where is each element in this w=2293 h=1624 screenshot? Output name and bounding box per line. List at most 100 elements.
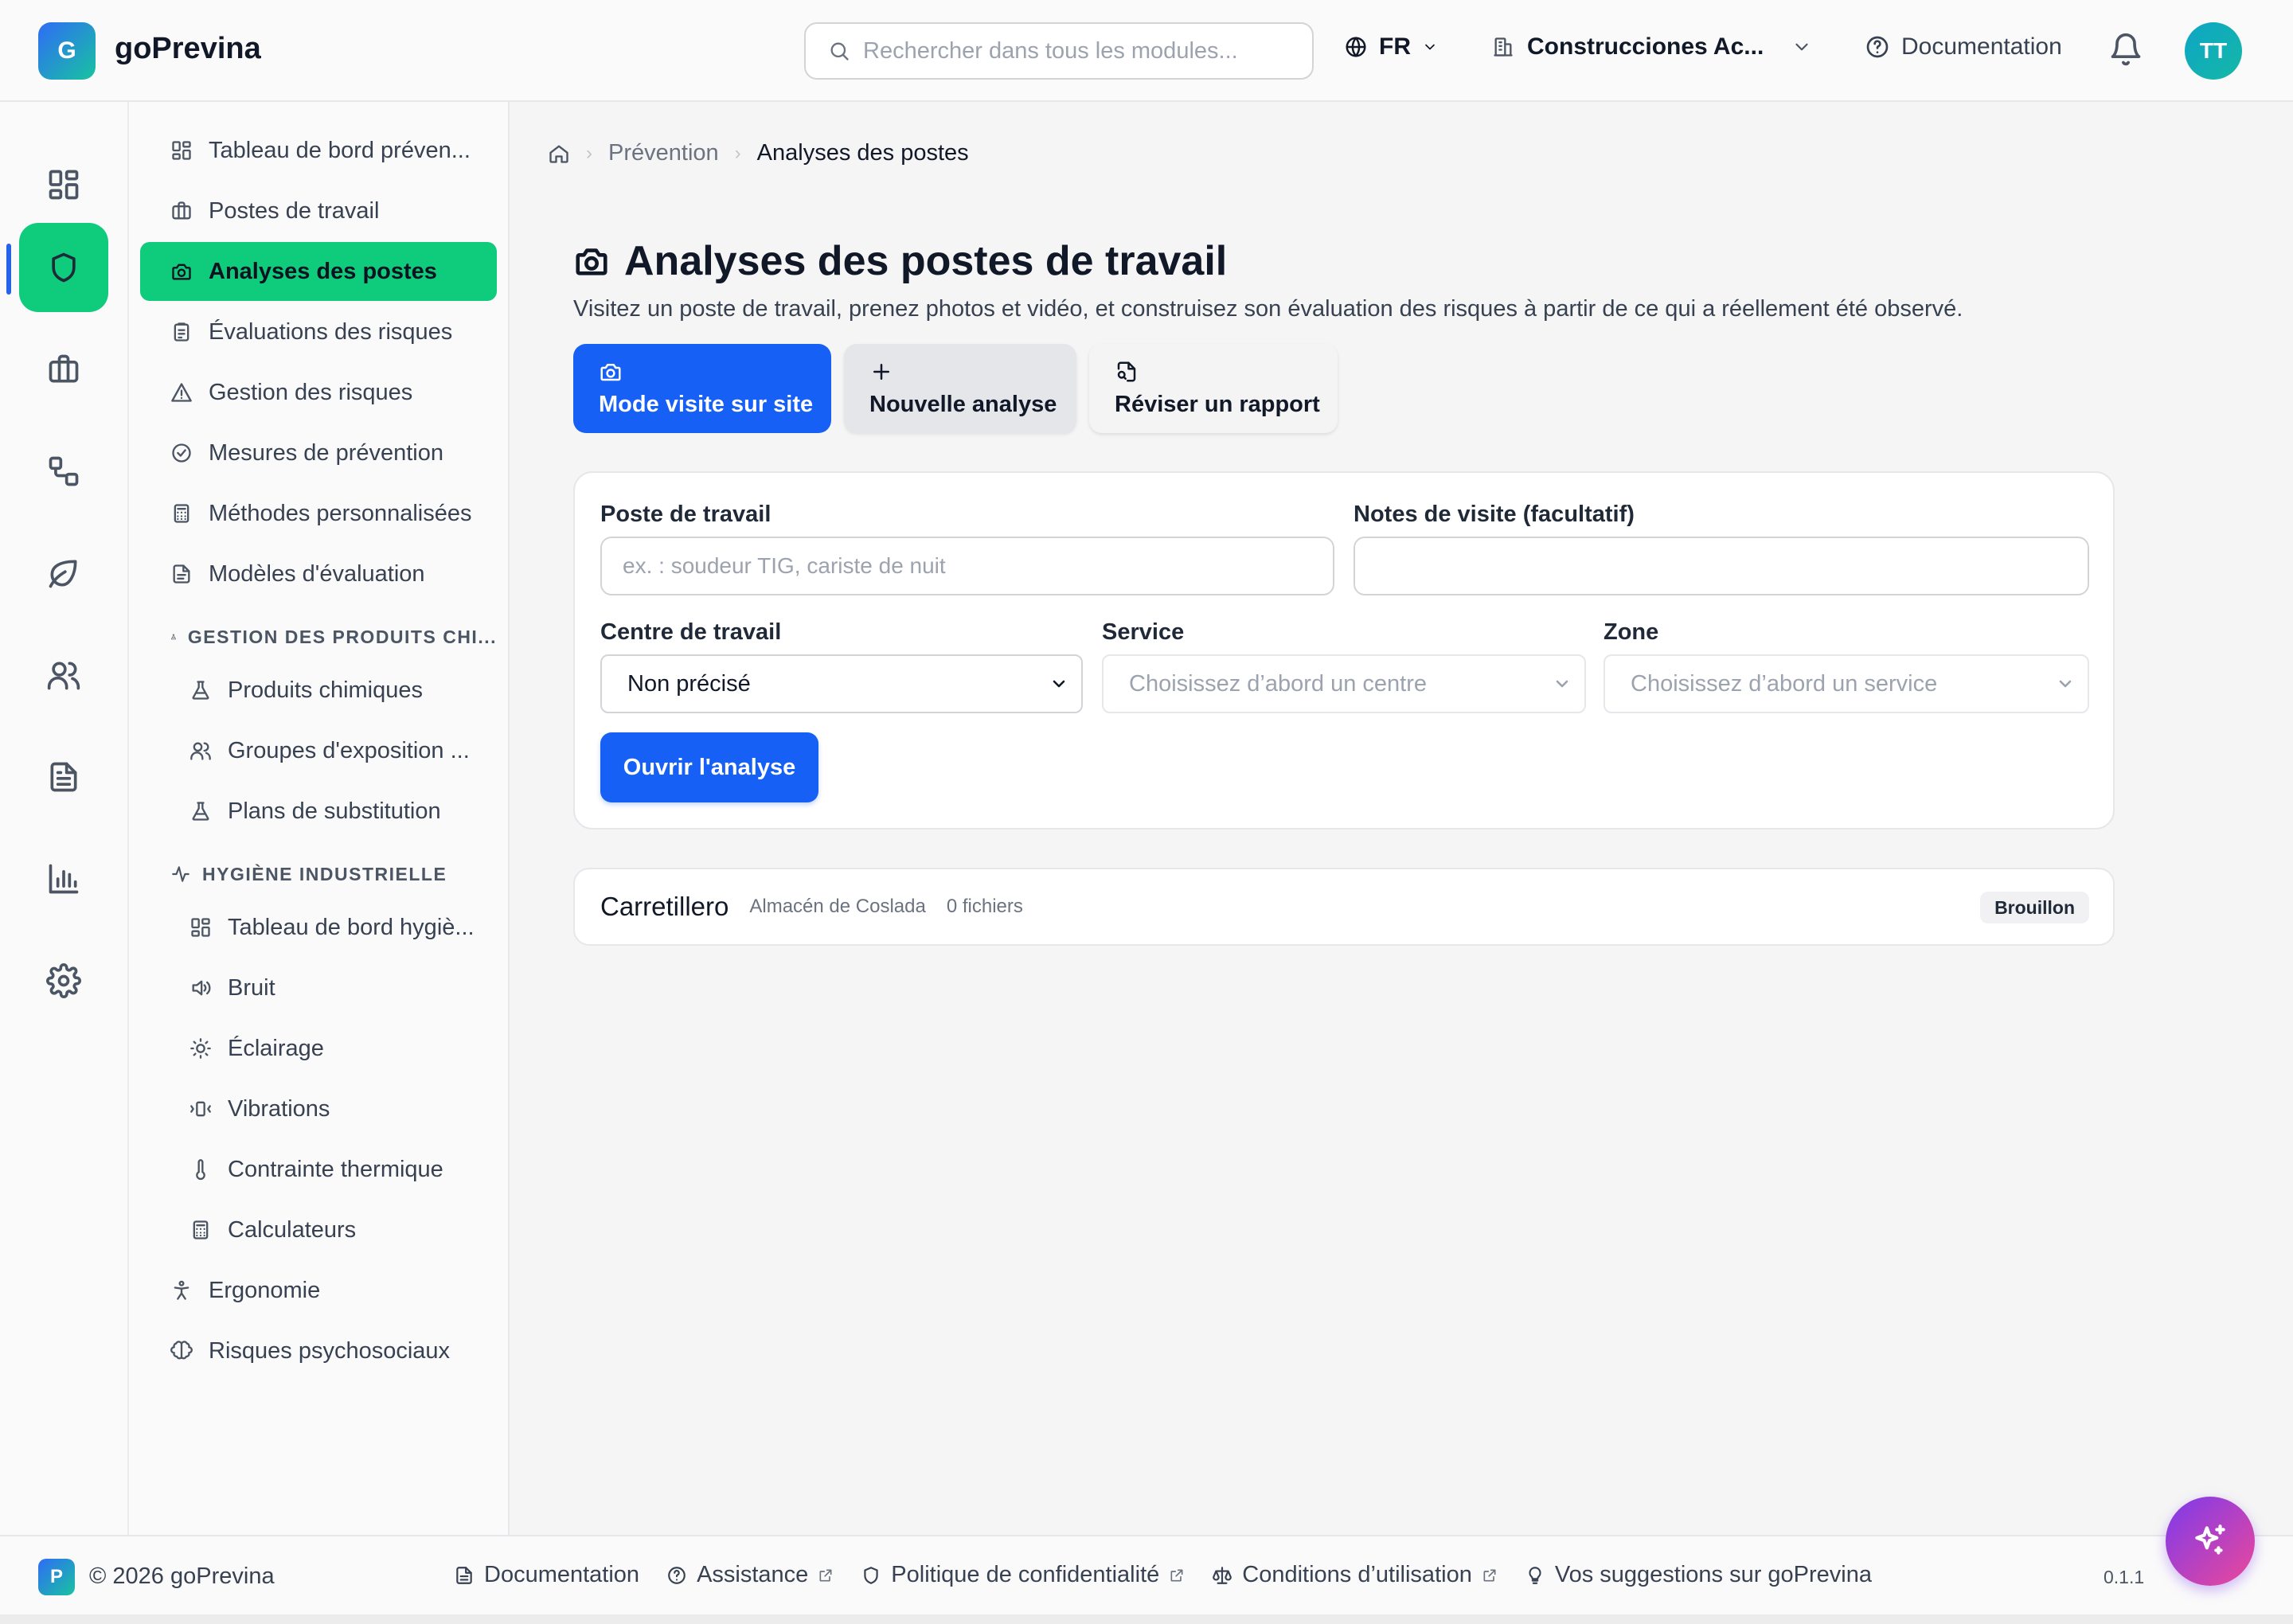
file-search-icon: [1117, 361, 1136, 381]
footer-documentation-link[interactable]: Documentation: [454, 1562, 639, 1588]
leaf-icon: [49, 560, 77, 588]
users-icon: [190, 742, 211, 760]
subnav-item-noise[interactable]: Bruit: [140, 958, 497, 1017]
window-bottom-edge: [0, 1614, 2293, 1624]
subnav-item-ergonomics[interactable]: Ergonomie: [140, 1261, 497, 1320]
language-selector[interactable]: FR: [1344, 33, 1438, 61]
analysis-location: Almacén de Coslada: [749, 896, 926, 917]
subnav-item-workstations[interactable]: Postes de travail: [140, 182, 497, 240]
subnav-item-risk-assessments[interactable]: Évaluations des risques: [140, 303, 497, 361]
ai-assistant-button[interactable]: [2166, 1497, 2255, 1586]
subnav-item-custom-methods[interactable]: Méthodes personnalisées: [140, 484, 497, 543]
rail-item-workstations[interactable]: [19, 325, 108, 414]
camera-icon: [576, 248, 607, 275]
breadcrumb-parent[interactable]: Prévention: [608, 140, 719, 166]
footer-feedback-link[interactable]: Vos suggestions sur goPrevina: [1525, 1562, 1872, 1588]
footer-terms-link[interactable]: Conditions d’utilisation: [1212, 1562, 1498, 1588]
subnav-label: Risques psychosociaux: [209, 1337, 451, 1364]
rail-item-settings[interactable]: [19, 936, 108, 1025]
rail-item-workflow[interactable]: [19, 427, 108, 516]
visit-notes-label: Notes de visite (facultatif): [1354, 502, 1635, 527]
subnav-label: Vibrations: [228, 1095, 330, 1122]
footer-assistance-link[interactable]: Assistance: [666, 1562, 834, 1588]
subnav-item-substitution-plans[interactable]: Plans de substitution: [140, 782, 497, 841]
subnav-item-workstation-analyses[interactable]: Analyses des postes: [140, 242, 497, 301]
thermometer-icon: [196, 1159, 205, 1181]
bell-icon: [2111, 33, 2141, 66]
site-visit-mode-button[interactable]: Mode visite sur site: [573, 344, 831, 433]
rail-item-reports[interactable]: [19, 834, 108, 923]
app-logo[interactable]: G: [38, 22, 96, 80]
service-select[interactable]: Choisissez d’abord un centre: [1102, 654, 1586, 713]
briefcase-icon: [172, 201, 191, 220]
subnav-section-chemicals[interactable]: GESTION DES PRODUITS CHI...: [140, 621, 497, 653]
rail-item-environment[interactable]: [19, 529, 108, 618]
workstation-input[interactable]: [600, 537, 1334, 595]
subnav-label: Évaluations des risques: [209, 318, 453, 345]
briefcase-icon: [49, 354, 79, 383]
app-name[interactable]: goPrevina: [115, 32, 261, 66]
work-center-select[interactable]: Non précisé: [600, 654, 1083, 713]
subnav-item-psychosocial-risks[interactable]: Risques psychosociaux: [140, 1321, 497, 1380]
top-bar: G goPrevina FR Construcciones Ac... Docu…: [0, 0, 2293, 102]
analysis-list-item[interactable]: Carretillero Almacén de Coslada 0 fichie…: [573, 868, 2115, 946]
link-label: Conditions d’utilisation: [1242, 1562, 1472, 1587]
file-text-icon: [456, 1566, 472, 1584]
selected-value: Choisissez d’abord un centre: [1129, 670, 1427, 697]
rail-item-dashboard[interactable]: [19, 140, 108, 229]
calculator-icon: [193, 1220, 209, 1239]
warning-icon: [171, 383, 192, 402]
work-center-label: Centre de travail: [600, 619, 782, 645]
subnav-label: Méthodes personnalisées: [209, 500, 472, 526]
subnav-label: Analyses des postes: [209, 258, 437, 284]
subnav-item-chemical-products[interactable]: Produits chimiques: [140, 661, 497, 720]
help-circle-icon: [1866, 36, 1889, 58]
subnav-label: Postes de travail: [209, 197, 380, 224]
vibrate-icon: [190, 1101, 211, 1117]
subnav-item-calculators[interactable]: Calculateurs: [140, 1200, 497, 1259]
analysis-file-count: 0 fichiers: [946, 896, 1023, 917]
subnav-item-hygiene-dashboard[interactable]: Tableau de bord hygiè...: [140, 898, 497, 957]
rail-item-prevention[interactable]: [19, 223, 108, 312]
zone-select[interactable]: Choisissez d’abord un service: [1604, 654, 2089, 713]
subnav-item-prevention-dashboard[interactable]: Tableau de bord préven...: [140, 121, 497, 180]
subnav-label: Mesures de prévention: [209, 439, 443, 466]
page-subtitle: Visitez un poste de travail, prenez phot…: [573, 296, 1963, 322]
subnav-label: Bruit: [228, 974, 275, 1001]
breadcrumb-separator: ›: [734, 142, 741, 164]
new-analysis-button[interactable]: Nouvelle analyse: [844, 344, 1076, 433]
subnav-item-assessment-templates[interactable]: Modèles d'évaluation: [140, 545, 497, 603]
subnav-label: Modèles d'évaluation: [209, 560, 425, 587]
subnav-item-thermal-stress[interactable]: Contrainte thermique: [140, 1140, 497, 1199]
selected-value: Choisissez d’abord un service: [1631, 670, 1938, 697]
rail-item-people[interactable]: [19, 630, 108, 720]
footer-privacy-link[interactable]: Politique de confidentialité: [861, 1562, 1185, 1588]
subnav-item-lighting[interactable]: Éclairage: [140, 1019, 497, 1078]
rail-item-documents[interactable]: [19, 732, 108, 822]
status-badge: Brouillon: [1980, 892, 2089, 923]
shield-icon: [864, 1566, 878, 1584]
link-label: Vos suggestions sur goPrevina: [1554, 1562, 1873, 1587]
open-analysis-button[interactable]: Ouvrir l'analyse: [600, 732, 818, 802]
review-report-button[interactable]: Réviser un rapport: [1089, 344, 1338, 433]
home-icon[interactable]: [548, 142, 570, 165]
subnav-item-vibrations[interactable]: Vibrations: [140, 1079, 497, 1138]
documentation-link[interactable]: Documentation: [1865, 33, 2062, 61]
new-analysis-form: Poste de travail Notes de visite (facult…: [573, 471, 2115, 830]
chevron-down-icon: [2059, 680, 2072, 688]
subnav-item-prevention-measures[interactable]: Mesures de prévention: [140, 424, 497, 482]
subnav-item-exposure-groups[interactable]: Groupes d'exposition ...: [140, 721, 497, 780]
subnav-item-risk-management[interactable]: Gestion des risques: [140, 363, 497, 422]
global-search[interactable]: [804, 22, 1314, 80]
flask-icon: [192, 802, 209, 821]
visit-notes-input[interactable]: [1354, 537, 2089, 595]
chevron-down-icon: [1795, 43, 1808, 51]
app-version: 0.1.1: [2104, 1567, 2145, 1587]
company-selector[interactable]: Construcciones Ac...: [1492, 33, 1812, 61]
layout-grid-icon: [191, 918, 210, 937]
gear-icon: [46, 963, 81, 998]
user-avatar[interactable]: TT: [2185, 22, 2242, 80]
subnav-section-hygiene[interactable]: HYGIÈNE INDUSTRIELLE: [140, 858, 497, 890]
notifications-button[interactable]: [2108, 32, 2143, 67]
search-input[interactable]: [863, 37, 1277, 64]
